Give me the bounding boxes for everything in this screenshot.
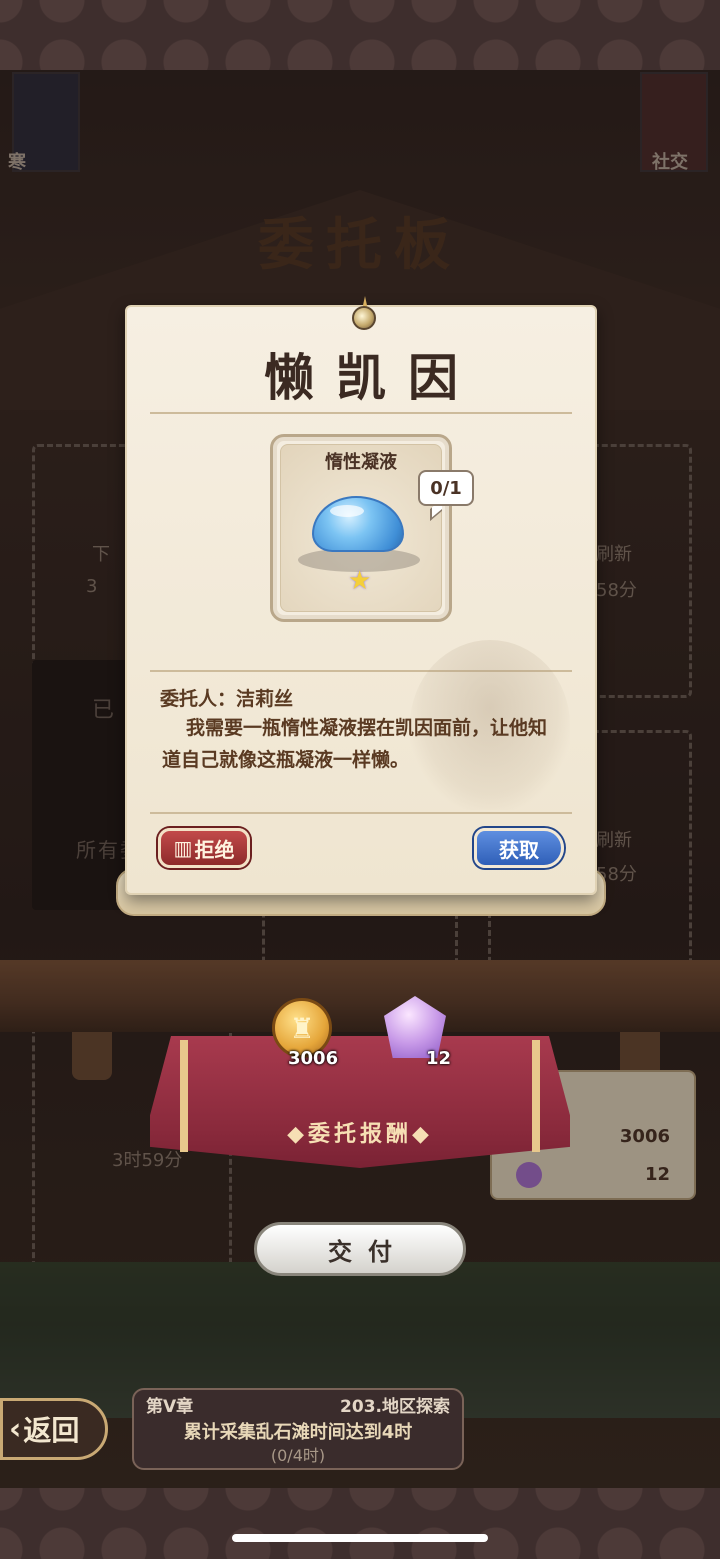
commission-description: 我需要一瓶惰性凝液摆在凯因面前，让他知道自己就像这瓶凝液一样懒。: [162, 717, 548, 771]
acquire-button[interactable]: 获取: [474, 828, 564, 868]
back-label: 返回: [23, 1414, 80, 1447]
section-divider: [150, 812, 572, 814]
acquire-label: 获取: [499, 837, 539, 862]
coin-count: 3006: [288, 1048, 339, 1069]
title-divider: [150, 412, 572, 414]
star-icon: ★: [348, 566, 372, 596]
reject-button[interactable]: ▥ 拒绝: [158, 828, 250, 868]
quest-tracker[interactable]: 第V章 203.地区探索 累计采集乱石滩时间达到4时 (0/4时): [132, 1388, 464, 1470]
commission-title: 懒凯因: [264, 348, 480, 407]
item-count-badge: 0/1: [418, 470, 474, 506]
top-decor-bar: [0, 0, 720, 70]
back-button[interactable]: ‹ 返回: [0, 1398, 108, 1460]
home-indicator[interactable]: [232, 1534, 488, 1542]
chevron-left-icon: ‹: [9, 1411, 22, 1447]
gem-count: 12: [426, 1048, 452, 1069]
quest-progress: (0/4时): [270, 1446, 326, 1465]
deliver-button[interactable]: 交付: [254, 1222, 466, 1276]
client-label: 委托人：洁莉丝: [160, 688, 294, 710]
bottom-decor-bar: [0, 1488, 720, 1559]
reward-label: ◆委托报酬◆: [287, 1122, 433, 1147]
reject-label: 拒绝: [194, 837, 235, 862]
quest-region: 203.地区探索: [340, 1397, 450, 1417]
slime-shine: [330, 505, 364, 517]
quest-chapter: 第V章: [146, 1397, 194, 1417]
pin-icon: [352, 306, 376, 330]
reward-banner: [150, 1036, 570, 1168]
quest-description: 累计采集乱石滩时间达到4时: [183, 1422, 413, 1443]
trash-icon: ▥: [173, 836, 193, 860]
